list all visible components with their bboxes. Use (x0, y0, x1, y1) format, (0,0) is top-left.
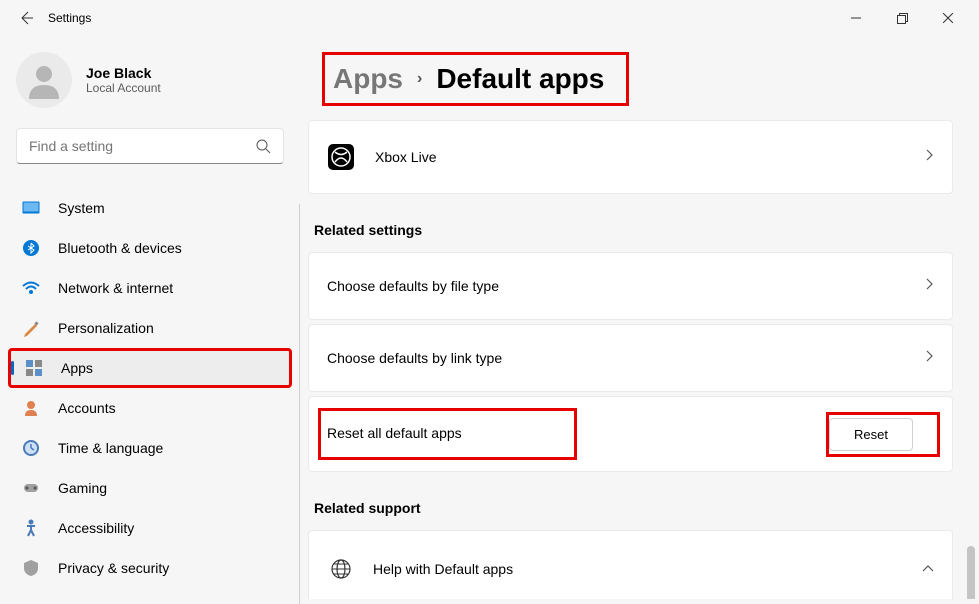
card-label: Choose defaults by file type (327, 278, 926, 294)
sidebar-item-label: Accessibility (58, 520, 134, 536)
search-box[interactable] (16, 128, 284, 164)
sidebar-item-accounts[interactable]: Accounts (8, 388, 292, 428)
accounts-icon (22, 399, 40, 417)
system-icon (22, 199, 40, 217)
sidebar-item-label: Apps (61, 360, 93, 376)
close-button[interactable] (925, 0, 971, 36)
sidebar-item-label: Privacy & security (58, 560, 169, 576)
sidebar-item-label: Bluetooth & devices (58, 240, 182, 256)
choose-by-link-type[interactable]: Choose defaults by link type (308, 324, 953, 392)
sidebar-item-personalization[interactable]: Personalization (8, 308, 292, 348)
wifi-icon (22, 279, 40, 297)
user-type: Local Account (86, 81, 161, 95)
accessibility-icon (22, 519, 40, 537)
sidebar: Joe Black Local Account System Bluetooth… (0, 36, 300, 599)
app-card-label: Xbox Live (375, 149, 926, 165)
sidebar-item-time[interactable]: Time & language (8, 428, 292, 468)
back-button[interactable] (8, 0, 44, 36)
search-icon (256, 139, 271, 154)
scrollbar-thumb[interactable] (967, 546, 975, 599)
sidebar-item-label: Personalization (58, 320, 154, 336)
sidebar-item-label: Time & language (58, 440, 163, 456)
maximize-button[interactable] (879, 0, 925, 36)
help-default-apps[interactable]: Help with Default apps (308, 530, 953, 599)
sidebar-item-label: Gaming (58, 480, 107, 496)
app-card-xbox-live[interactable]: Xbox Live (308, 120, 953, 194)
sidebar-item-bluetooth[interactable]: Bluetooth & devices (8, 228, 292, 268)
choose-by-file-type[interactable]: Choose defaults by file type (308, 252, 953, 320)
sidebar-item-accessibility[interactable]: Accessibility (8, 508, 292, 548)
apps-icon (25, 359, 43, 377)
breadcrumb-current: Default apps (436, 63, 604, 95)
reset-button[interactable]: Reset (829, 418, 913, 451)
chevron-up-icon (922, 560, 934, 578)
avatar (16, 52, 72, 108)
chevron-right-icon (926, 148, 934, 166)
chevron-right-icon (926, 349, 934, 367)
sidebar-item-system[interactable]: System (8, 188, 292, 228)
reset-defaults-card: Reset all default apps Reset (308, 396, 953, 472)
bluetooth-icon (22, 239, 40, 257)
breadcrumb-parent[interactable]: Apps (333, 63, 403, 95)
breadcrumb: Apps › Default apps (308, 52, 953, 106)
globe-icon (327, 555, 355, 583)
clock-icon (22, 439, 40, 457)
window-title: Settings (48, 11, 91, 25)
minimize-button[interactable] (833, 0, 879, 36)
sidebar-item-label: Accounts (58, 400, 116, 416)
sidebar-item-label: Network & internet (58, 280, 173, 296)
chevron-right-icon (926, 277, 934, 295)
reset-label: Reset all default apps (327, 425, 462, 441)
related-settings-header: Related settings (314, 222, 953, 238)
card-label: Help with Default apps (373, 561, 922, 577)
related-support-header: Related support (314, 500, 953, 516)
search-input[interactable] (29, 138, 256, 154)
gaming-icon (22, 479, 40, 497)
personalization-icon (22, 319, 40, 337)
user-profile[interactable]: Joe Black Local Account (8, 36, 292, 128)
user-name: Joe Black (86, 65, 161, 81)
person-icon (25, 61, 63, 99)
shield-icon (22, 559, 40, 577)
back-arrow-icon (18, 10, 34, 26)
maximize-icon (897, 13, 908, 24)
sidebar-item-label: System (58, 200, 105, 216)
sidebar-item-privacy[interactable]: Privacy & security (8, 548, 292, 588)
close-icon (943, 13, 953, 23)
main-content: Apps › Default apps Xbox Live Related se… (300, 36, 979, 599)
xbox-icon (327, 143, 355, 171)
chevron-right-icon: › (417, 70, 422, 88)
card-label: Choose defaults by link type (327, 350, 926, 366)
sidebar-item-gaming[interactable]: Gaming (8, 468, 292, 508)
sidebar-item-network[interactable]: Network & internet (8, 268, 292, 308)
nav-list: System Bluetooth & devices Network & int… (8, 188, 292, 588)
minimize-icon (851, 13, 861, 23)
sidebar-item-apps[interactable]: Apps (8, 348, 292, 388)
